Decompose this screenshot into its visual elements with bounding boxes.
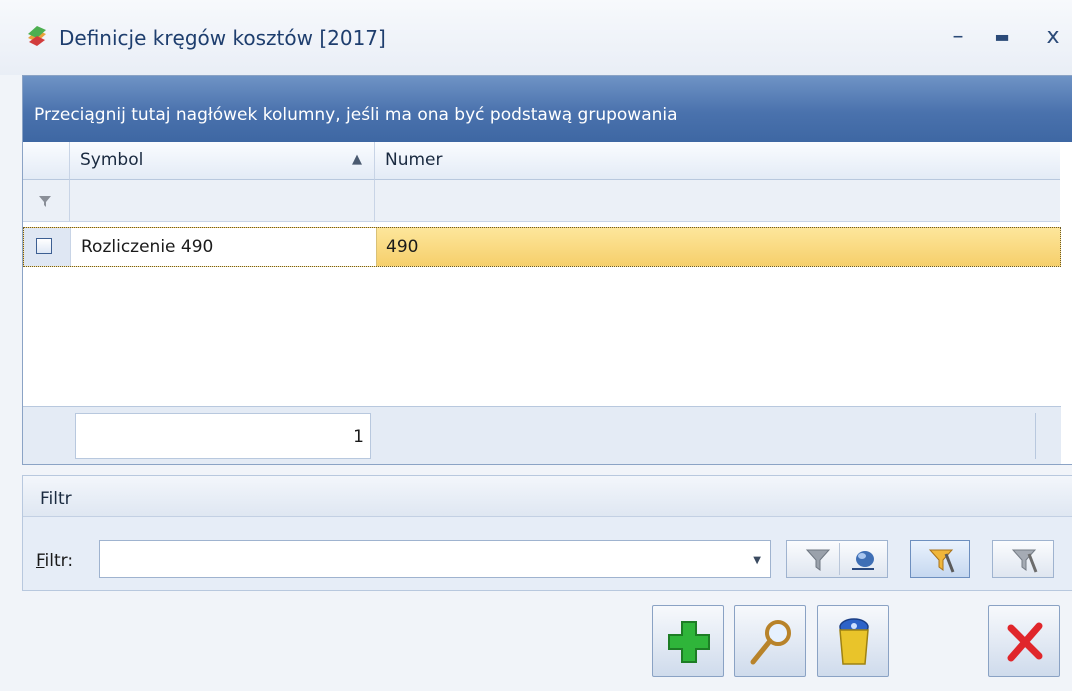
filter-section-title: Filtr: [40, 489, 72, 509]
filter-row-indicator: [23, 180, 70, 222]
filter-settings-button[interactable]: [910, 540, 970, 578]
record-count-box: 1: [75, 413, 371, 459]
close-icon: x: [1046, 24, 1060, 49]
close-window-button[interactable]: x: [1038, 20, 1068, 54]
funnel-icon: [805, 549, 831, 571]
minimize-icon: –: [952, 24, 964, 49]
window-title: Definicje kręgów kosztów [2017]: [59, 26, 386, 50]
edit-button[interactable]: [734, 605, 806, 677]
footer-divider: [1035, 413, 1056, 459]
app-icon: [28, 26, 46, 46]
clear-filter-icon: [1011, 549, 1038, 573]
filter-panel: Filtr Filtr: ▼: [22, 475, 1072, 591]
funnel-run-icon: [852, 551, 874, 570]
row-select-cell: [24, 228, 71, 266]
data-grid: Przeciągnij tutaj nagłówek kolumny, jeśl…: [22, 75, 1072, 465]
maximize-button[interactable]: ▬: [987, 20, 1017, 54]
column-header-label: Numer: [385, 150, 443, 170]
record-count: 1: [353, 427, 364, 447]
close-button[interactable]: [988, 605, 1060, 677]
cell-symbol[interactable]: Rozliczenie 490: [71, 228, 377, 266]
filter-cell-numer[interactable]: [375, 180, 1060, 222]
table-row[interactable]: Rozliczenie 490 490: [23, 227, 1061, 267]
delete-button[interactable]: [817, 605, 889, 677]
chevron-down-icon[interactable]: ▼: [753, 555, 761, 566]
filter-cell-symbol[interactable]: [70, 180, 375, 222]
header-select-column: [23, 142, 70, 180]
group-by-panel[interactable]: Przeciągnij tutaj nagłówek kolumny, jeśl…: [23, 76, 1072, 142]
filter-settings-icon: [928, 549, 955, 573]
row-checkbox[interactable]: [36, 238, 52, 254]
funnel-icon: [39, 196, 51, 207]
group-panel-hint: Przeciągnij tutaj nagłówek kolumny, jeśl…: [34, 105, 678, 125]
x-mark-icon: [1007, 622, 1043, 662]
sort-ascending-icon: ▲: [352, 152, 362, 167]
title-bar: Definicje kręgów kosztów [2017] – ▬ x: [0, 0, 1072, 75]
column-header-symbol[interactable]: Symbol ▲: [70, 142, 375, 180]
column-header-numer[interactable]: Numer: [375, 142, 1060, 180]
apply-filter-button[interactable]: [786, 540, 888, 578]
trash-icon: [839, 618, 869, 665]
grid-footer: 1: [23, 406, 1061, 464]
cell-symbol-text: Rozliczenie 490: [81, 237, 214, 257]
add-button[interactable]: [652, 605, 724, 677]
cell-numer[interactable]: 490: [386, 237, 418, 257]
minimize-button[interactable]: –: [943, 20, 973, 54]
column-header-label: Symbol: [80, 150, 144, 170]
filter-label: Filtr:: [36, 551, 74, 571]
filter-input[interactable]: ▼: [99, 540, 771, 578]
filter-panel-header[interactable]: Filtr: [23, 476, 1072, 517]
maximize-icon: ▬: [994, 27, 1010, 46]
plus-icon: [668, 621, 710, 663]
magnifier-icon: [750, 620, 791, 665]
clear-filter-button[interactable]: [992, 540, 1054, 578]
